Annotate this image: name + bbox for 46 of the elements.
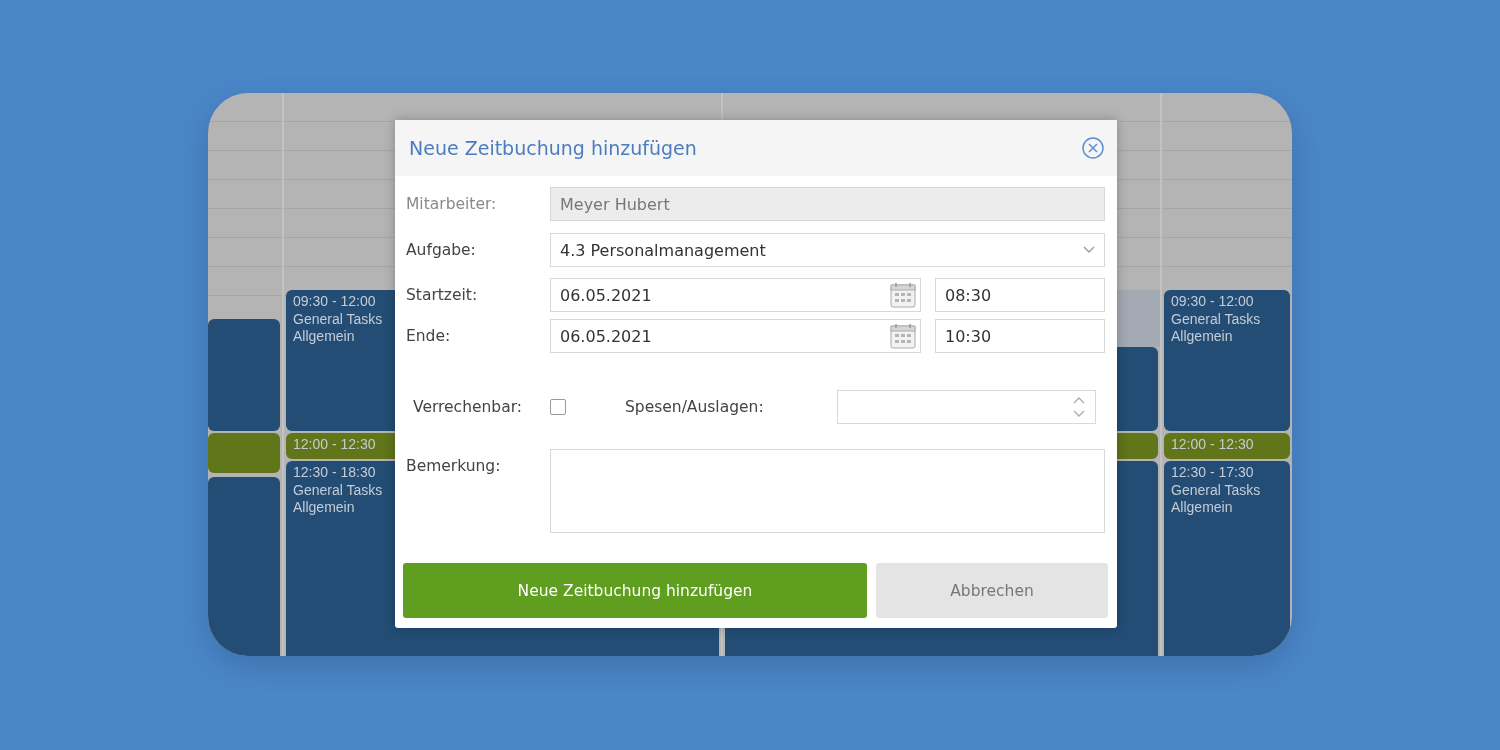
spinner-arrows-icon — [1073, 396, 1085, 418]
field-label: Verrechenbar: — [413, 398, 523, 416]
calendar-event[interactable]: 09:30 - 12:00 General Tasks Allgemein — [1164, 290, 1290, 431]
close-icon — [1082, 137, 1104, 159]
number-field[interactable] — [837, 390, 1096, 424]
field-label: Mitarbeiter: — [406, 195, 498, 213]
event-time: 12:00 - 12:30 — [293, 436, 376, 454]
event-time: 12:00 - 12:30 — [1171, 436, 1254, 454]
time-field[interactable]: 08:30 — [935, 278, 1105, 312]
event-time: 09:30 - 12:00 — [293, 293, 376, 311]
dialog-title: Neue Zeitbuchung hinzufügen — [409, 137, 697, 159]
event-title: General Tasks — [293, 310, 383, 328]
field-label: Bemerkung: — [406, 456, 502, 475]
event-time: 09:30 - 12:00 — [1171, 293, 1254, 311]
cancel-button[interactable]: Abbrechen — [876, 563, 1108, 618]
field-label: Spesen/Auslagen: — [625, 398, 765, 416]
calendar-icon — [890, 323, 916, 349]
event-time: 12:30 - 18:30 — [293, 464, 376, 482]
event-category: Allgemein — [1171, 499, 1233, 517]
event-category: Allgemein — [293, 499, 355, 517]
break-event[interactable] — [208, 433, 280, 473]
calendar-event[interactable] — [208, 319, 280, 431]
date-field[interactable]: 06.05.2021 — [550, 319, 921, 353]
event-category: Allgemein — [293, 328, 355, 346]
checkbox[interactable] — [550, 399, 566, 415]
remark-textarea[interactable] — [550, 449, 1105, 533]
event-title: General Tasks — [1171, 481, 1261, 499]
field-label: Startzeit: — [406, 286, 479, 304]
date-value: 06.05.2021 — [560, 285, 652, 305]
select-value: 4.3 Personalmanagement — [560, 240, 766, 260]
field-label: Aufgabe: — [406, 241, 477, 259]
time-field[interactable]: 10:30 — [935, 319, 1105, 353]
field-label: Ende: — [406, 327, 452, 345]
chevron-down-icon — [1083, 246, 1095, 254]
calendar-icon — [890, 282, 916, 308]
task-select[interactable]: 4.3 Personalmanagement — [550, 233, 1105, 267]
event-title: General Tasks — [1171, 310, 1261, 328]
employee-field: Meyer Hubert — [550, 187, 1105, 221]
event-category: Allgemein — [1171, 328, 1233, 346]
calendar-event[interactable]: 12:30 - 17:30 General Tasks Allgemein — [1164, 461, 1290, 656]
date-value: 06.05.2021 — [560, 326, 652, 346]
event-time: 12:30 - 17:30 — [1171, 464, 1254, 482]
event-title: General Tasks — [293, 481, 383, 499]
date-field[interactable]: 06.05.2021 — [550, 278, 921, 312]
calendar-event[interactable] — [208, 477, 280, 656]
close-button[interactable] — [1082, 137, 1104, 159]
